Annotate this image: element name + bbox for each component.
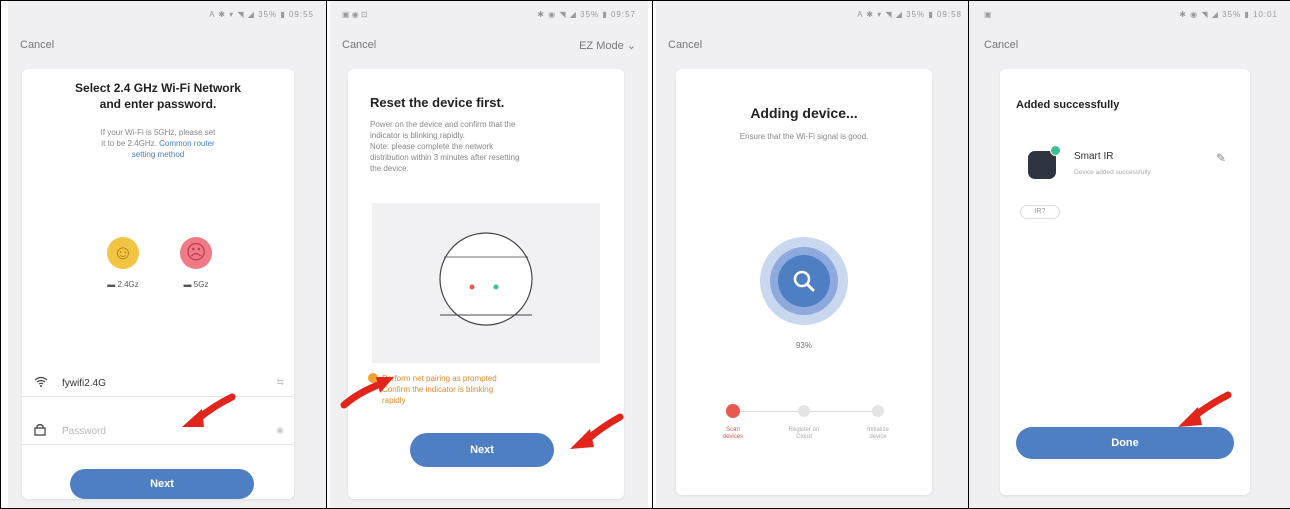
red-arrow-pointer: [182, 393, 236, 427]
confirm-text: Perform net pairing as prompted Confirm …: [382, 373, 602, 406]
red-arrow-pointer: [1178, 391, 1232, 427]
status-bar: A ✱ ▾ ◥ ◢ 35% ▮ 09:58: [656, 1, 974, 27]
checkbox-label: Perform net pairing as prompted: [382, 374, 497, 383]
edit-name-icon[interactable]: ✎: [1216, 151, 1226, 165]
green-indicator-light: [493, 284, 499, 290]
divider: [652, 0, 653, 509]
cancel-button[interactable]: Cancel: [984, 39, 1018, 51]
next-button[interactable]: Next: [410, 433, 554, 467]
note-line-1: If your Wi-Fi is 5GHz, please set: [100, 128, 216, 137]
wifi-card: Select 2.4 GHz Wi-Fi Network and enter p…: [22, 69, 294, 499]
instruction-line: distribution within 3 minutes after rese…: [370, 153, 520, 162]
wifi-name-value: fywifi2.4G: [62, 378, 106, 389]
red-indicator-light: [469, 284, 475, 290]
step-label: Register on Cloud: [788, 427, 820, 440]
wifi-name-field[interactable]: fywifi2.4G ⇆: [22, 369, 294, 397]
device-name: Smart IR: [1074, 151, 1114, 162]
switch-network-icon[interactable]: ⇆: [276, 377, 284, 388]
status-bar: ▣ ◉ ⊡ ✱ ◉ ◥ ◢ 35% ▮ 09:57: [330, 1, 648, 27]
lock-icon: [34, 423, 46, 439]
band-2-4-label: ▬ 2.4Gz: [107, 280, 139, 289]
instruction-line: indicator is blinking rapidly.: [370, 131, 466, 140]
checkbox-label: rapidly: [382, 396, 406, 405]
status-icons: A ✱ ▾ ◥ ◢ 35% ▮ 09:55: [209, 10, 314, 19]
ez-mode-dropdown[interactable]: EZ Mode ⌄: [579, 39, 636, 52]
page-title-line2: and enter password.: [99, 97, 217, 111]
sad-face-icon: ☹: [180, 237, 212, 269]
screen-added-successfully: ▣ ✱ ◉ ◥ ◢ 35% ▮ 10:01 Cancel Added succe…: [972, 1, 1290, 508]
status-icons: A ✱ ▾ ◥ ◢ 35% ▮ 09:58: [857, 10, 962, 19]
device-status: Device added successfully: [1074, 169, 1151, 176]
checkbox-label: Confirm the indicator is blinking: [382, 385, 494, 394]
instruction-line: Note: please complete the network: [370, 142, 494, 151]
status-icons: ✱ ◉ ◥ ◢ 35% ▮ 10:01: [1179, 10, 1278, 19]
step-indicator-register: [798, 405, 810, 417]
nav-bar: Cancel EZ Mode ⌄: [330, 39, 648, 59]
device-illustration: [372, 203, 600, 363]
adding-card: Adding device... Ensure that the Wi-Fi s…: [676, 69, 932, 495]
nav-bar: Cancel: [656, 39, 974, 59]
success-card: Added successfully Smart IR Device added…: [1000, 69, 1250, 495]
password-input[interactable]: Password: [62, 426, 106, 437]
status-bar: ▣ ✱ ◉ ◥ ◢ 35% ▮ 10:01: [972, 1, 1290, 27]
divider: [968, 0, 969, 509]
page-subtitle: Ensure that the Wi-Fi signal is good.: [739, 132, 869, 141]
status-icons-left: ▣ ◉ ⊡: [342, 10, 368, 19]
step-indicator-initialize: [872, 405, 884, 417]
step-label: Scan devices: [722, 427, 744, 440]
instruction-line: the device.: [370, 164, 409, 173]
status-icons-left: ▣: [984, 10, 992, 19]
red-arrow-pointer: [340, 377, 394, 409]
next-button[interactable]: Next: [70, 469, 254, 499]
step-label: Initialize device: [867, 427, 889, 440]
status-bar: A ✱ ▾ ◥ ◢ 35% ▮ 09:55: [8, 1, 326, 27]
screen-adding-device: A ✱ ▾ ◥ ◢ 35% ▮ 09:58 Cancel Adding devi…: [656, 1, 974, 508]
cancel-button[interactable]: Cancel: [20, 39, 54, 51]
progress-spinner: [760, 237, 848, 325]
room-chip[interactable]: IR?: [1020, 205, 1060, 219]
wifi-note: If your Wi-Fi is 5GHz, please set it to …: [62, 127, 254, 160]
router-setting-link-cont[interactable]: setting method: [62, 149, 254, 160]
ir-device-drawing: [439, 232, 533, 326]
page-title: Added successfully: [1016, 99, 1120, 111]
page-title: Reset the device first.: [370, 95, 505, 110]
nav-bar: Cancel: [8, 39, 326, 59]
step-indicator-scan: [726, 404, 740, 418]
happy-face-icon: ☺: [107, 237, 139, 269]
check-badge-icon: [1050, 145, 1061, 156]
divider: [326, 0, 327, 509]
band-5-label: ▬ 5Gz: [183, 280, 209, 289]
red-arrow-pointer: [570, 413, 624, 449]
page-title: Adding device...: [750, 105, 858, 121]
cancel-button[interactable]: Cancel: [342, 39, 376, 51]
reset-instructions: Power on the device and confirm that the…: [370, 119, 610, 174]
router-setting-link[interactable]: Common router: [159, 139, 215, 148]
status-icons: ✱ ◉ ◥ ◢ 35% ▮ 09:57: [537, 10, 636, 19]
instruction-line: Power on the device and confirm that the: [370, 120, 516, 129]
cancel-button[interactable]: Cancel: [668, 39, 702, 51]
show-password-icon[interactable]: ◉: [276, 425, 284, 436]
note-line-2: it to be 2.4GHz. Common router: [101, 139, 215, 148]
done-button[interactable]: Done: [1016, 427, 1234, 459]
screen-wifi-setup: A ✱ ▾ ◥ ◢ 35% ▮ 09:55 Cancel Select 2.4 …: [8, 1, 326, 508]
password-field[interactable]: Password ◉: [22, 417, 294, 445]
page-title-line1: Select 2.4 GHz Wi-Fi Network: [75, 81, 241, 95]
progress-percent: 93%: [795, 341, 812, 350]
screen-reset-device: ▣ ◉ ⊡ ✱ ◉ ◥ ◢ 35% ▮ 09:57 Cancel EZ Mode…: [330, 1, 648, 508]
nav-bar: Cancel: [972, 39, 1290, 59]
wifi-icon: [34, 375, 48, 390]
